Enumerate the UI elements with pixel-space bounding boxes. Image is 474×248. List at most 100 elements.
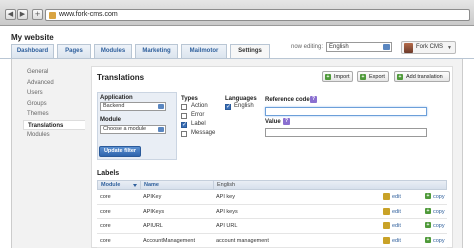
import-icon: + [325, 74, 331, 80]
reference-code-input[interactable] [265, 107, 427, 116]
tab-dashboard[interactable]: Dashboard [11, 44, 54, 58]
add-bookmark-button[interactable]: + [32, 9, 43, 20]
column-header-module[interactable]: Module [101, 182, 120, 188]
import-button[interactable]: + Import [322, 71, 353, 82]
pencil-icon [383, 207, 390, 215]
copy-link[interactable]: copy [433, 194, 445, 200]
value-input[interactable] [265, 128, 427, 137]
back-button[interactable]: ◀ [5, 9, 16, 20]
settings-sidebar: General Advanced Users Groups Themes Tra… [23, 67, 85, 141]
type-label-checkbox[interactable] [181, 121, 187, 128]
languages-label: Languages [225, 96, 257, 102]
tab-modules[interactable]: Modules [94, 44, 132, 58]
editing-language-value: English [329, 44, 349, 50]
export-icon: + [360, 74, 366, 80]
sort-icon [133, 184, 137, 187]
sidebar-item-modules[interactable]: Modules [23, 130, 85, 141]
edit-link[interactable]: edit [392, 209, 401, 215]
row-english: API key [216, 194, 235, 200]
sidebar-item-users[interactable]: Users [23, 88, 85, 99]
column-divider [213, 181, 214, 190]
sidebar-item-themes[interactable]: Themes [23, 109, 85, 120]
browser-toolbar: ◀ ▶ + www.fork-cms.com [0, 0, 474, 26]
page-title: Translations [97, 73, 145, 82]
sidebar-item-groups[interactable]: Groups [23, 99, 85, 110]
type-error-label: Error [191, 112, 205, 118]
type-action-label: Action [191, 103, 208, 109]
row-english: API keys [216, 208, 238, 215]
type-message-checkbox[interactable] [181, 131, 187, 137]
value-label: Value [265, 119, 281, 125]
row-module: core [100, 194, 111, 200]
type-message-label: Message [191, 130, 216, 136]
copy-icon: + [425, 236, 431, 243]
editing-label: now editing: [291, 44, 324, 50]
row-name: APIKey [143, 194, 162, 200]
row-module: core [100, 223, 111, 229]
export-label: Export [369, 74, 385, 80]
type-label-label: Label [191, 121, 206, 127]
module-label: Module [100, 117, 121, 123]
tab-mailmotor[interactable]: Mailmotor [181, 44, 227, 58]
row-english: account management [216, 237, 269, 244]
forward-button[interactable]: ▶ [17, 9, 28, 20]
language-english-label: English [234, 103, 254, 109]
row-module: core [100, 237, 111, 244]
copy-icon: + [425, 207, 431, 214]
sidebar-item-general[interactable]: General [23, 67, 85, 78]
address-bar[interactable]: www.fork-cms.com [45, 9, 470, 21]
copy-icon: + [425, 193, 431, 199]
reference-help-icon[interactable]: ? [310, 96, 317, 103]
tab-marketing[interactable]: Marketing [135, 44, 178, 58]
reference-code-label: Reference code [265, 97, 310, 103]
user-menu[interactable]: Fork CMS ▼ [401, 41, 456, 54]
table-row: core APIURL API URL edit + copy [97, 219, 447, 234]
pencil-icon [383, 236, 390, 244]
labels-title: Labels [97, 170, 120, 177]
add-icon: + [397, 74, 403, 80]
tab-pages[interactable]: Pages [57, 44, 91, 58]
column-header-name[interactable]: Name [144, 182, 159, 188]
site-title: My website [11, 33, 54, 42]
row-english: API URL [216, 223, 238, 229]
types-label: Types [181, 96, 198, 102]
copy-link[interactable]: copy [433, 223, 445, 229]
language-english-checkbox[interactable] [225, 103, 231, 110]
application-label: Application [100, 95, 133, 101]
add-translation-label: Add translation [406, 74, 443, 80]
application-value: Backend [103, 103, 125, 109]
module-select[interactable]: Choose a module [100, 125, 166, 134]
update-filter-button[interactable]: Update filter [99, 146, 141, 157]
user-name: Fork CMS [416, 44, 443, 50]
application-select[interactable]: Backend [100, 102, 166, 111]
table-row: core AccountManagement account managemen… [97, 234, 447, 248]
row-module: core [100, 208, 111, 215]
labels-table: Module Name English core APIKey API key … [97, 180, 447, 248]
pencil-icon [383, 193, 390, 200]
table-row: core APIKey API key edit + copy [97, 190, 447, 205]
table-header: Module Name English [97, 180, 447, 190]
type-action-checkbox[interactable] [181, 104, 187, 110]
sidebar-item-advanced[interactable]: Advanced [23, 78, 85, 89]
table-row: core APIKeys API keys edit + copy [97, 205, 447, 219]
edit-link[interactable]: edit [392, 194, 401, 200]
tab-settings[interactable]: Settings [230, 44, 270, 59]
export-button[interactable]: + Export [357, 71, 389, 82]
column-divider [140, 181, 141, 190]
value-help-icon[interactable]: ? [283, 118, 290, 125]
edit-link[interactable]: edit [392, 238, 401, 244]
add-translation-button[interactable]: + Add translation [394, 71, 450, 82]
favicon-icon [49, 12, 56, 19]
row-name: AccountManagement [143, 237, 195, 244]
edit-link[interactable]: edit [392, 223, 401, 229]
copy-link[interactable]: copy [433, 238, 445, 244]
type-error-checkbox[interactable] [181, 113, 187, 119]
copy-link[interactable]: copy [433, 209, 445, 215]
chevron-down-icon [158, 104, 164, 109]
avatar [404, 43, 413, 53]
sidebar-item-translations[interactable]: Translations [23, 119, 85, 130]
chevron-down-icon [158, 127, 164, 132]
import-label: Import [334, 74, 350, 80]
editing-language-select[interactable]: English [326, 42, 392, 52]
copy-icon: + [425, 222, 431, 228]
